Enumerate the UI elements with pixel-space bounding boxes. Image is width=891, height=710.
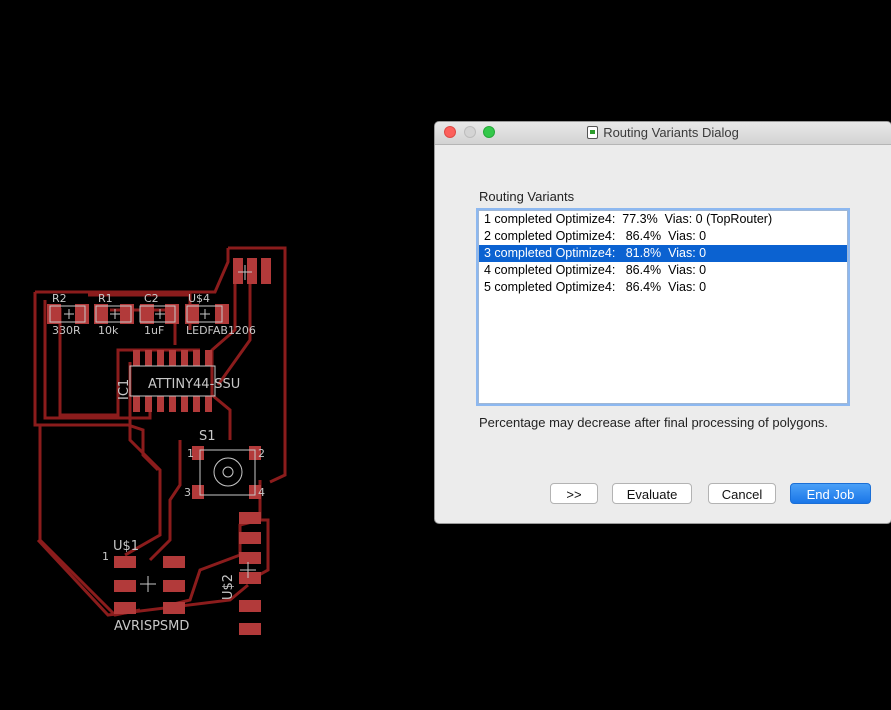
- board-pads: [47, 258, 271, 635]
- polygon-note: Percentage may decrease after final proc…: [479, 415, 829, 430]
- s1-pin-1: 1: [187, 447, 194, 460]
- r2-value: 330R: [52, 324, 81, 337]
- s1-pin-4: 4: [258, 486, 265, 499]
- u4-value: LEDFAB1206: [186, 324, 256, 337]
- cancel-button[interactable]: Cancel: [708, 483, 776, 504]
- routing-variants-label: Routing Variants: [479, 189, 575, 204]
- more-button[interactable]: >>: [550, 483, 598, 504]
- ic1-value: ATTINY44-SSU: [148, 377, 240, 392]
- end-job-button[interactable]: End Job: [790, 483, 871, 504]
- r1-refdes: R1: [98, 292, 113, 305]
- evaluate-button[interactable]: Evaluate: [612, 483, 692, 504]
- variant-row-4[interactable]: 4 completed Optimize4: 86.4% Vias: 0: [479, 262, 847, 279]
- s1-refdes: S1: [199, 429, 216, 444]
- ic1-refdes: IC1: [117, 379, 132, 400]
- variant-row-1[interactable]: 1 completed Optimize4: 77.3% Vias: 0 (To…: [479, 211, 847, 228]
- routing-variants-dialog: Routing Variants Dialog Routing Variants…: [434, 121, 891, 524]
- u4-refdes: U$4: [188, 292, 210, 305]
- s1-pin-2: 2: [258, 447, 265, 460]
- variant-row-5[interactable]: 5 completed Optimize4: 86.4% Vias: 0: [479, 279, 847, 296]
- dialog-title: Routing Variants Dialog: [603, 125, 739, 140]
- eagle-app-icon: [587, 126, 599, 139]
- routing-variants-list[interactable]: 1 completed Optimize4: 77.3% Vias: 0 (To…: [478, 210, 848, 404]
- dialog-titlebar[interactable]: Routing Variants Dialog: [435, 122, 891, 145]
- u1-pin-1: 1: [102, 550, 109, 563]
- r1-value: 10k: [98, 324, 119, 337]
- c2-refdes: C2: [144, 292, 159, 305]
- u2-refdes: U$2: [221, 574, 236, 600]
- u1-value: AVRISPSMD: [114, 619, 189, 634]
- s1-pin-3: 3: [184, 486, 191, 499]
- r2-refdes: R2: [52, 292, 67, 305]
- variant-row-2[interactable]: 2 completed Optimize4: 86.4% Vias: 0: [479, 228, 847, 245]
- u1-refdes: U$1: [113, 539, 139, 554]
- c2-value: 1uF: [144, 324, 164, 337]
- variant-row-3[interactable]: 3 completed Optimize4: 81.8% Vias: 0: [479, 245, 847, 262]
